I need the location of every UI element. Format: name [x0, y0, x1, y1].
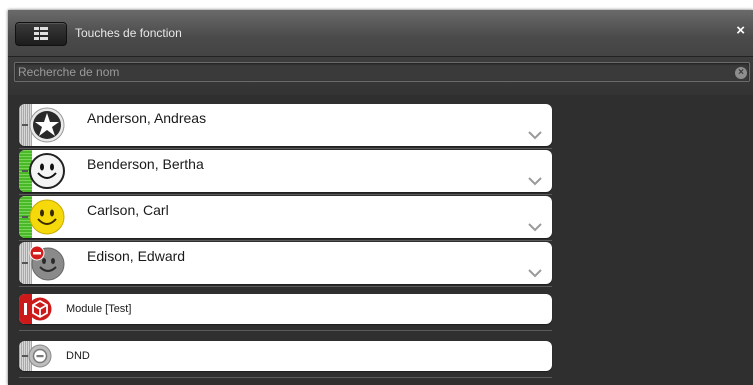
divider	[19, 330, 552, 331]
chevron-down-icon[interactable]	[528, 177, 542, 186]
chevron-down-icon[interactable]	[528, 131, 542, 140]
contact-name: Carlson, Carl	[87, 202, 169, 218]
divider	[19, 194, 552, 195]
dnd-icon	[28, 344, 52, 368]
search-bar: ×	[8, 56, 753, 95]
divider	[19, 148, 552, 149]
function-keys-window: Touches de fonction × × Anderson, Andrea…	[8, 10, 753, 385]
chevron-down-icon[interactable]	[528, 269, 542, 278]
contact-name: Anderson, Andreas	[87, 110, 207, 126]
module-card-test[interactable]: Module [Test]	[19, 294, 552, 324]
close-icon[interactable]: ×	[736, 23, 745, 39]
contact-card-anderson[interactable]: Anderson, Andreas	[19, 104, 552, 146]
grey-smiley-dnd-icon	[29, 245, 65, 281]
module-card-dnd[interactable]: DND	[19, 341, 552, 371]
yellow-smiley-icon	[29, 199, 65, 235]
module-cube-icon	[28, 297, 52, 321]
list-menu-button[interactable]	[15, 22, 67, 46]
star-avatar-icon	[29, 107, 65, 143]
contact-card-benderson[interactable]: Benderson, Bertha	[19, 150, 552, 192]
contact-card-carlson[interactable]: Carlson, Carl	[19, 196, 552, 238]
titlebar: Touches de fonction ×	[8, 10, 753, 56]
module-name: DND	[66, 350, 90, 362]
module-name: Module [Test]	[66, 303, 132, 315]
contact-name: Edison, Edward	[87, 248, 186, 264]
divider	[19, 240, 552, 241]
chevron-down-icon[interactable]	[528, 223, 542, 232]
contact-card-edison[interactable]: Edison, Edward	[19, 242, 552, 284]
list-icon	[34, 27, 48, 40]
clear-search-icon[interactable]: ×	[735, 67, 747, 79]
window-title: Touches de fonction	[75, 26, 182, 40]
divider	[19, 286, 552, 287]
divider	[19, 377, 552, 378]
search-input[interactable]	[14, 62, 750, 82]
white-smiley-icon	[29, 153, 65, 189]
contact-name: Benderson, Bertha	[87, 156, 204, 172]
